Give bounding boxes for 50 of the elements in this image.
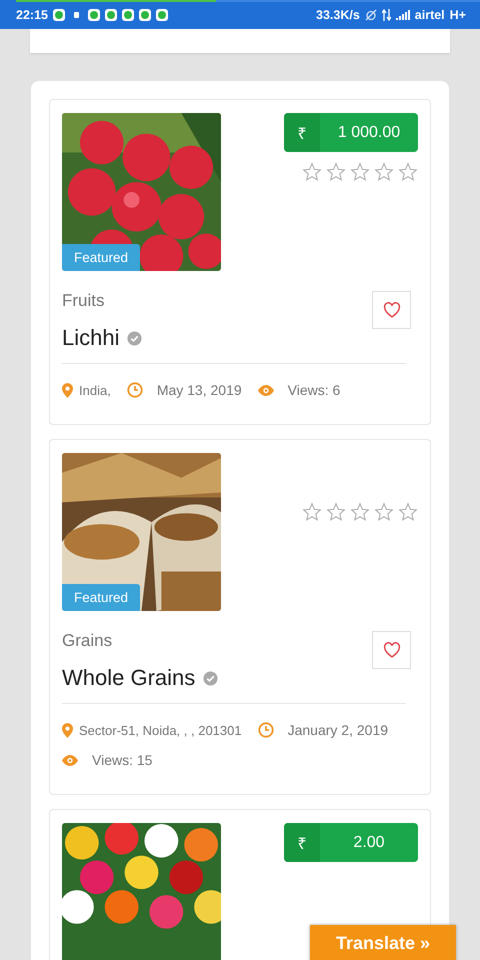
location-text: India, [79,382,111,398]
price-button[interactable]: ₹ 2.00 [284,823,418,862]
favorite-button[interactable] [372,291,411,329]
price-button[interactable]: ₹ 1 000.00 [284,113,418,152]
chat-app-icon [156,8,168,20]
star-icon [350,162,370,182]
listing-title[interactable]: Whole Grains [62,665,196,691]
date-text: January 2, 2019 [288,722,388,738]
network-type: H+ [450,8,466,22]
location-text: Sector-51, Noida, , , 201301 [79,722,242,738]
chat-app-icon [104,8,117,20]
alarm-off-icon [364,8,377,20]
star-icon [302,502,322,522]
star-icon [374,162,394,182]
category-label: Grains [62,631,112,651]
location-pin-icon [62,722,73,738]
network-speed: 33.3K/s [316,8,360,22]
eye-icon [62,754,78,766]
star-icon [326,502,346,522]
star-icon [350,502,370,522]
views-count: Views: 15 [92,752,152,768]
views-count: Views: 6 [288,382,340,398]
chat-app-icon [52,8,65,20]
data-arrows-icon [382,8,391,20]
listing-card[interactable]: Featured ₹ 1 000.00 Fruits Lichhi India, May 13, 2019 Views: 6 [49,99,431,425]
chat-app-icon [138,8,151,20]
signal-icon [396,10,410,20]
chat-app-icon [122,8,134,20]
star-icon [374,502,394,522]
notification-icon [74,12,79,18]
eye-icon [258,384,274,396]
star-icon [302,162,322,182]
featured-badge: Featured [62,584,140,611]
clock-icon [258,722,274,738]
listing-card[interactable]: Featured Grains Whole Grains Sector-51, Noida, , , 201301 January 2, 2019 Views: 15 [49,439,431,795]
category-label: Fruits [62,291,104,311]
location-pin-icon [62,382,73,398]
clock-time: 22:15 [16,8,48,22]
featured-badge: Featured [62,244,140,271]
star-icon [398,162,418,182]
listing-title[interactable]: Lichhi [62,325,120,351]
carrier-name: airtel [414,8,445,22]
date-text: May 13, 2019 [156,382,242,398]
clock-icon [126,382,143,398]
chat-app-icon [88,8,100,20]
heart-icon [382,302,400,318]
favorite-button[interactable] [372,631,411,669]
heart-icon [382,642,400,658]
star-icon [398,502,418,522]
star-icon [326,162,346,182]
